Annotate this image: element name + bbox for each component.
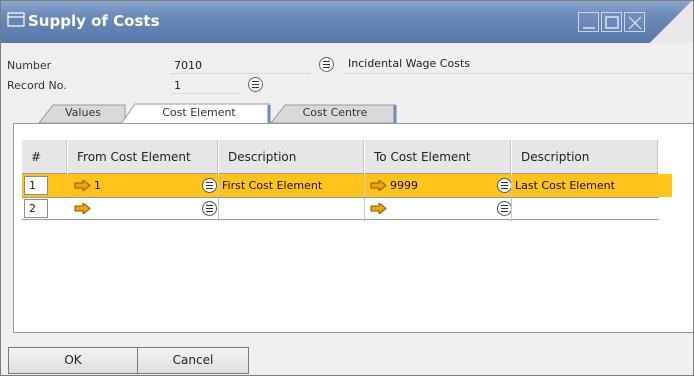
cell-divider [364,174,365,197]
cell-divider [364,198,365,221]
tab-cost-element-label: Cost Element [162,106,236,119]
column-header-from-cost-element[interactable]: From Cost Element [68,140,218,174]
ok-button[interactable]: OK [8,347,138,374]
number-label: Number [7,59,52,72]
to-cost-element-value[interactable]: 9999 [390,174,418,197]
arrow-right-icon[interactable] [370,180,387,191]
cancel-button[interactable]: Cancel [137,347,249,374]
table-row[interactable]: 1 1 First Cost Element 9999 Last Cost El… [22,174,672,197]
name-field-underline [344,73,693,74]
cell-divider [218,174,219,197]
number-field[interactable]: 7010 [174,59,202,72]
arrow-right-icon[interactable] [74,180,91,191]
cost-element-panel: # From Cost Element Description To Cost … [13,123,693,333]
cell-divider [511,198,512,221]
close-icon[interactable] [624,12,645,32]
column-header-to-cost-element[interactable]: To Cost Element [365,140,511,174]
number-link-button-icon[interactable] [319,57,334,72]
record-link-button-icon[interactable] [248,77,263,92]
arrow-right-icon[interactable] [74,203,91,214]
arrow-right-icon[interactable] [370,203,387,214]
cell-divider [511,174,512,197]
table-row[interactable]: 2 [22,197,659,221]
row-number[interactable]: 2 [24,199,48,218]
tab-values[interactable]: Values [39,103,127,123]
column-header-row-number[interactable]: # [22,140,67,174]
row-number[interactable]: 1 [24,176,48,195]
column-header-to-description[interactable]: Description [512,140,658,174]
supply-of-costs-window: Supply of Costs Number 7010 Incidental W… [0,0,694,376]
from-cost-element-value[interactable]: 1 [94,174,101,197]
number-field-underline [171,73,311,74]
cost-name-field[interactable]: Incidental Wage Costs [344,57,693,73]
tab-values-label: Values [65,106,101,119]
window-icon [7,12,25,27]
record-no-label: Record No. [7,79,67,92]
tab-cost-element[interactable]: Cost Element [121,103,277,124]
to-description-value[interactable]: Last Cost Element [515,174,615,197]
column-header-from-description[interactable]: Description [219,140,364,174]
cell-divider [218,198,219,221]
tab-cost-centre[interactable]: Cost Centre [271,103,399,123]
maximize-icon[interactable] [601,12,622,32]
to-cost-element-link-icon[interactable] [497,201,512,216]
from-description-value[interactable]: First Cost Element [222,174,322,197]
title-bar[interactable]: Supply of Costs [1,1,693,43]
record-no-field[interactable]: 1 [174,79,181,92]
from-cost-element-link-icon[interactable] [202,178,217,193]
tab-cost-centre-label: Cost Centre [302,106,368,119]
window-title: Supply of Costs [28,12,160,30]
record-field-underline [171,93,241,94]
to-cost-element-link-icon[interactable] [497,178,512,193]
minimize-icon[interactable] [578,12,599,32]
from-cost-element-link-icon[interactable] [202,201,217,216]
